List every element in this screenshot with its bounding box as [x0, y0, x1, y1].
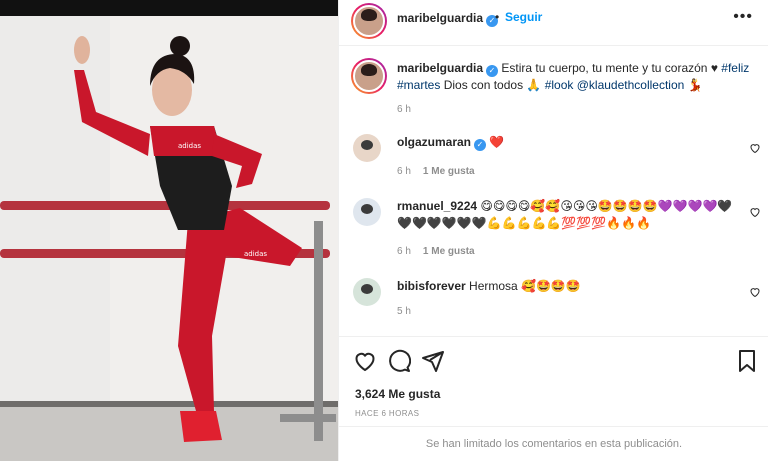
comment-body: olgazumaran ✓ ❤️: [397, 134, 737, 151]
verified-badge-icon: ✓: [474, 139, 487, 151]
comment-likes[interactable]: 1 Me gusta: [423, 166, 475, 177]
hashtag-feliz[interactable]: #feliz: [721, 61, 749, 75]
commenter-username[interactable]: olgazumaran ✓: [397, 135, 487, 151]
mention-klaudethcollection[interactable]: @klaudethcollection: [577, 78, 685, 92]
save-bookmark-icon[interactable]: [735, 349, 759, 373]
like-comment-heart-icon[interactable]: [749, 142, 761, 154]
likes-count[interactable]: 3,624 Me gusta: [355, 387, 440, 401]
follow-button[interactable]: Seguir: [505, 10, 542, 24]
like-comment-heart-icon[interactable]: [749, 206, 761, 218]
post-header: maribelguardia ✓ • Seguir •••: [339, 0, 768, 46]
posted-time[interactable]: HACE 6 HORAS: [355, 409, 419, 418]
author-avatar[interactable]: [351, 3, 387, 39]
hashtag-martes[interactable]: #martes: [397, 78, 440, 92]
share-send-icon[interactable]: [421, 349, 445, 373]
comment-body: rmanuel_9224 😋😋😋😋🥰🥰😘😘😘🤩🤩🤩🤩💜💜💜💜🖤🖤🖤🖤🖤🖤🖤💪💪💪…: [397, 198, 737, 232]
comment-text: Hermosa 🥰🤩🤩🤩: [465, 279, 581, 293]
comment-time[interactable]: 6 h: [397, 166, 411, 177]
commenter-avatar[interactable]: [353, 278, 381, 306]
more-options-icon[interactable]: •••: [733, 8, 753, 26]
post-photo[interactable]: adidas adidas: [0, 0, 338, 461]
comment-meta: 6 h 1 Me gusta: [397, 166, 475, 177]
comment-body: bibisforever Hermosa 🥰🤩🤩🤩: [397, 278, 737, 295]
commenter-avatar[interactable]: [353, 198, 381, 226]
comment-meta: 6 h 1 Me gusta: [397, 246, 475, 257]
caption-avatar[interactable]: [351, 58, 387, 94]
caption-text: maribelguardia ✓ Estira tu cuerpo, tu men…: [397, 61, 750, 92]
comment-time[interactable]: 5 h: [397, 306, 411, 317]
commenter-username[interactable]: bibisforever: [397, 279, 466, 293]
commenter-username[interactable]: rmanuel_9224: [397, 199, 477, 213]
author-username[interactable]: maribelguardia ✓: [397, 11, 499, 27]
comment-bubble-icon[interactable]: [387, 349, 411, 373]
comments-limited-notice: Se han limitado los comentarios en esta …: [339, 426, 768, 461]
comment-likes[interactable]: 1 Me gusta: [423, 246, 475, 257]
like-comment-heart-icon[interactable]: [749, 286, 761, 298]
comment-time[interactable]: 6 h: [397, 246, 411, 257]
post-actions: 3,624 Me gusta HACE 6 HORAS: [339, 336, 768, 436]
comments-list[interactable]: maribelguardia ✓ Estira tu cuerpo, tu men…: [339, 46, 768, 336]
post-details-panel: maribelguardia ✓ • Seguir ••• maribelguar…: [338, 0, 768, 461]
hashtag-look[interactable]: #look: [545, 78, 574, 92]
like-heart-icon[interactable]: [353, 349, 377, 373]
comment-meta: 5 h: [397, 306, 411, 317]
verified-badge-icon: ✓: [486, 65, 499, 77]
commenter-avatar[interactable]: [353, 134, 381, 162]
photo-top-bar: [0, 0, 338, 16]
svg-text:adidas: adidas: [178, 142, 201, 150]
svg-text:adidas: adidas: [244, 250, 267, 258]
caption-username[interactable]: maribelguardia ✓: [397, 61, 499, 77]
post-image: adidas adidas: [0, 16, 338, 461]
caption-time[interactable]: 6 h: [397, 104, 411, 115]
separator-dot: •: [495, 10, 500, 24]
comment-text: ❤️: [486, 135, 505, 149]
